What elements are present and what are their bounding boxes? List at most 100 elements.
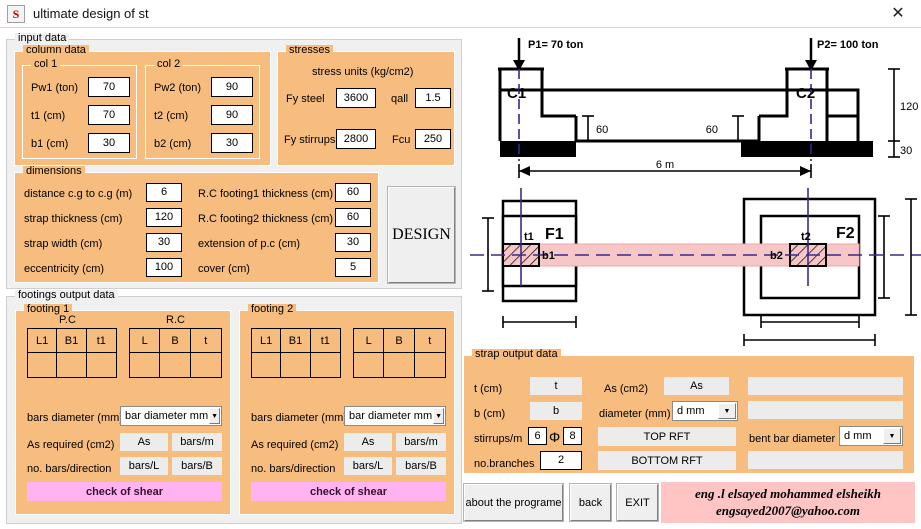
distance-cg-input[interactable]: 6	[146, 183, 182, 202]
table-cell: t	[414, 329, 445, 353]
stresses-group: stresses stress units (kg/cm2) Fy steel …	[277, 45, 455, 166]
strap-stirrups-count[interactable]: 6	[528, 427, 547, 445]
footings-output-legend: footings output data	[15, 290, 118, 301]
fy-steel-input[interactable]: 3600	[336, 88, 376, 108]
exit-button[interactable]: EXIT	[616, 483, 659, 522]
strap-b-label: b (cm)	[474, 408, 506, 420]
close-icon[interactable]: ✕	[875, 0, 921, 26]
fy-steel-label: Fy steel	[286, 93, 325, 105]
table-cell	[130, 353, 161, 377]
pw2-input[interactable]: 90	[211, 77, 253, 97]
footing1-bars-per-m: bars/m	[172, 433, 222, 451]
footing1-group: footing 1 P.C R.C L1 B1 t1 L B t bars di…	[15, 304, 231, 515]
col2-legend: col 2	[154, 59, 184, 70]
table-cell	[87, 353, 116, 377]
table-cell: L	[130, 329, 161, 353]
back-button[interactable]: back	[569, 483, 612, 522]
strap-width-label: strap width (cm)	[24, 238, 103, 250]
bent-bar-label: bent bar diameter	[749, 433, 836, 445]
input-data-legend: input data	[15, 33, 70, 44]
rc-footing1-thickness-input[interactable]: 60	[335, 183, 371, 202]
fy-stirrups-input[interactable]: 2800	[336, 129, 376, 149]
qall-input[interactable]: 1.5	[415, 88, 451, 108]
footing2-rc-table: L B t	[353, 328, 446, 378]
rc-footing2-thickness-input[interactable]: 60	[335, 208, 371, 227]
footing1-bars-diameter-select[interactable]: bar diameter mm ▼	[120, 406, 222, 426]
strap-stirrups-diameter[interactable]: 8	[563, 427, 582, 445]
about-button[interactable]: about the programe	[463, 483, 564, 522]
table-cell: t	[190, 329, 221, 353]
t1-input[interactable]: 70	[88, 105, 130, 125]
bent-bar-select[interactable]: d mm ▼	[839, 426, 903, 446]
design-button[interactable]: DESIGN	[387, 186, 456, 284]
elevation-drawing: P1= 70 ton P2= 100 ton C1 C2 60 60 120 3…	[498, 38, 918, 178]
pw1-label: Pw1 (ton)	[31, 82, 79, 94]
table-cell	[28, 353, 58, 377]
extension-pc-input[interactable]: 30	[335, 233, 371, 252]
dimensions-group: dimensions distance c.g to c.g (m) 6 str…	[14, 166, 379, 283]
chevron-down-icon[interactable]: ▼	[718, 403, 736, 419]
bent-bar-value: d mm	[844, 430, 872, 442]
footing2-bars-L: bars/L	[344, 457, 392, 475]
span-label: 6 m	[656, 159, 674, 171]
table-cell	[191, 353, 221, 377]
table-cell: B	[384, 329, 415, 353]
eccentricity-input[interactable]: 100	[146, 258, 182, 277]
footing2-bars-diameter-select[interactable]: bar diameter mm ▼	[344, 406, 446, 426]
distance-cg-label: distance c.g to c.g (m)	[24, 188, 133, 200]
table-cell: t1	[310, 329, 340, 353]
footing1-rc-table: L B t	[129, 328, 222, 378]
t2-input[interactable]: 90	[211, 105, 253, 125]
strap-output-legend: strap output data	[472, 349, 561, 360]
table-cell	[281, 353, 311, 377]
dimensions-legend: dimensions	[23, 166, 85, 177]
fcu-input[interactable]: 250	[415, 129, 451, 149]
chevron-down-icon[interactable]: ▼	[209, 408, 220, 424]
pw2-label: Pw2 (ton)	[154, 82, 202, 94]
bottom-rft-button[interactable]: BOTTOM RFT	[598, 451, 736, 470]
qall-label: qall	[391, 93, 409, 105]
b2-label: b2	[770, 250, 783, 262]
chevron-down-icon[interactable]: ▼	[433, 408, 444, 424]
strap-diameter-select[interactable]: d mm ▼	[672, 401, 738, 421]
table-cell	[384, 353, 415, 377]
pw1-input[interactable]: 70	[88, 77, 130, 97]
table-cell	[311, 353, 340, 377]
footing1-check-shear-button[interactable]: check of shear	[27, 482, 222, 501]
table-cell: B1	[281, 329, 311, 353]
table-cell: L1	[252, 329, 282, 353]
cover-label: cover (cm)	[198, 263, 250, 275]
strap-t-value: t	[530, 377, 582, 395]
footing2-pc-table: L1 B1 t1	[251, 328, 341, 378]
t1-label: t1	[524, 231, 534, 243]
footing2-check-shear-button[interactable]: check of shear	[251, 482, 446, 501]
dim-30: 30	[900, 145, 912, 157]
input-data-group: input data column data col 1 Pw1 (ton) 7…	[6, 33, 462, 289]
footing1-bars-diameter-value: bar diameter mm	[125, 410, 209, 422]
cover-input[interactable]: 5	[335, 258, 371, 277]
b2-input[interactable]: 30	[211, 133, 253, 153]
strap-thickness-input[interactable]: 120	[146, 208, 182, 227]
stresses-legend: stresses	[286, 45, 333, 56]
signature-banner: eng .l elsayed mohammed elsheikh engsaye…	[661, 482, 915, 523]
column-data-group: column data col 1 Pw1 (ton) 70 t1 (cm) 7…	[14, 45, 271, 166]
table-cell	[415, 353, 445, 377]
strap-branches-value[interactable]: 2	[540, 451, 582, 470]
footing1-bars-B: bars/B	[172, 457, 222, 475]
footings-output-group: footings output data footing 1 P.C R.C L…	[6, 290, 462, 524]
fy-stirrups-label: Fy stirrups	[284, 134, 336, 146]
app-icon: S	[7, 4, 25, 23]
strap-diameter-label: diameter (mm)	[599, 408, 671, 420]
chevron-down-icon[interactable]: ▼	[883, 428, 901, 444]
p1-label: P1= 70 ton	[528, 39, 584, 51]
strap-diameter-value: d mm	[677, 405, 705, 417]
fcu-label: Fcu	[392, 134, 411, 146]
footing1-as-value: As	[120, 433, 168, 451]
top-rft-button[interactable]: TOP RFT	[598, 427, 736, 446]
column-data-legend: column data	[23, 45, 89, 56]
plan-drawing: F1 F2 t1 b1 t2 b2	[470, 188, 921, 346]
dim-120: 120	[900, 101, 918, 113]
b1-input[interactable]: 30	[88, 133, 130, 153]
strap-width-input[interactable]: 30	[146, 233, 182, 252]
b2-label: b2 (cm)	[154, 138, 192, 150]
